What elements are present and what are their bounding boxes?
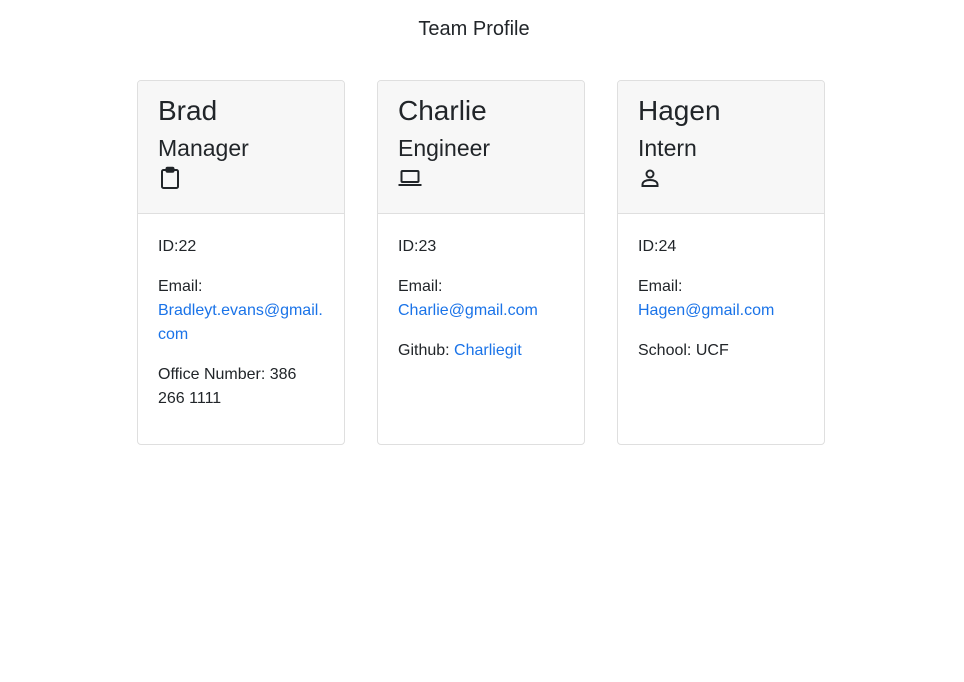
office-number-field: Office Number: 386 266 1111	[158, 363, 324, 411]
email-label: Email:	[638, 278, 683, 295]
github-field: Github: Charliegit	[398, 339, 564, 363]
school-label: School:	[638, 342, 692, 359]
github-link[interactable]: Charliegit	[454, 342, 522, 359]
member-name: Hagen	[638, 95, 721, 126]
email-label: Email:	[398, 278, 443, 295]
id-field: ID:22	[158, 238, 197, 255]
card-header: Brad Manager	[138, 81, 344, 214]
email-field: Email: Hagen@gmail.com	[638, 275, 804, 323]
github-label: Github:	[398, 342, 450, 359]
person-icon	[638, 166, 662, 190]
clipboard-icon	[158, 166, 182, 190]
member-role: Manager	[158, 135, 249, 161]
email-label: Email:	[158, 278, 203, 295]
laptop-icon	[398, 166, 422, 190]
card-body: ID:23 Email: Charlie@gmail.com Github: C…	[378, 214, 584, 363]
school-value: UCF	[695, 342, 729, 359]
card-header: Charlie Engineer	[378, 81, 584, 214]
id-field: ID:24	[638, 238, 677, 255]
member-role: Intern	[638, 135, 697, 161]
card-header: Hagen Intern	[618, 81, 824, 214]
card-body: ID:24 Email: Hagen@gmail.com School: UCF	[618, 214, 824, 363]
member-name: Brad	[158, 95, 218, 126]
office-number-label: Office Number:	[158, 366, 266, 383]
member-name: Charlie	[398, 95, 487, 126]
team-member-card: Hagen Intern ID:24 Email: Hagen@gmail.co…	[617, 80, 825, 445]
team-member-card: Brad Manager ID:22 Email: Bradleyt.evans…	[137, 80, 345, 445]
email-link[interactable]: Bradleyt.evans@gmail.com	[158, 302, 323, 343]
email-link[interactable]: Hagen@gmail.com	[638, 302, 774, 319]
email-link[interactable]: Charlie@gmail.com	[398, 302, 538, 319]
id-field: ID:23	[398, 238, 437, 255]
card-body: ID:22 Email: Bradleyt.evans@gmail.com Of…	[138, 214, 344, 411]
member-role: Engineer	[398, 135, 491, 161]
email-field: Email: Charlie@gmail.com	[398, 275, 564, 323]
school-field: School: UCF	[638, 339, 804, 363]
team-member-card: Charlie Engineer ID:23 Email: Charlie@gm…	[377, 80, 585, 445]
page-title: Team Profile	[418, 18, 530, 40]
email-field: Email: Bradleyt.evans@gmail.com	[158, 275, 324, 347]
